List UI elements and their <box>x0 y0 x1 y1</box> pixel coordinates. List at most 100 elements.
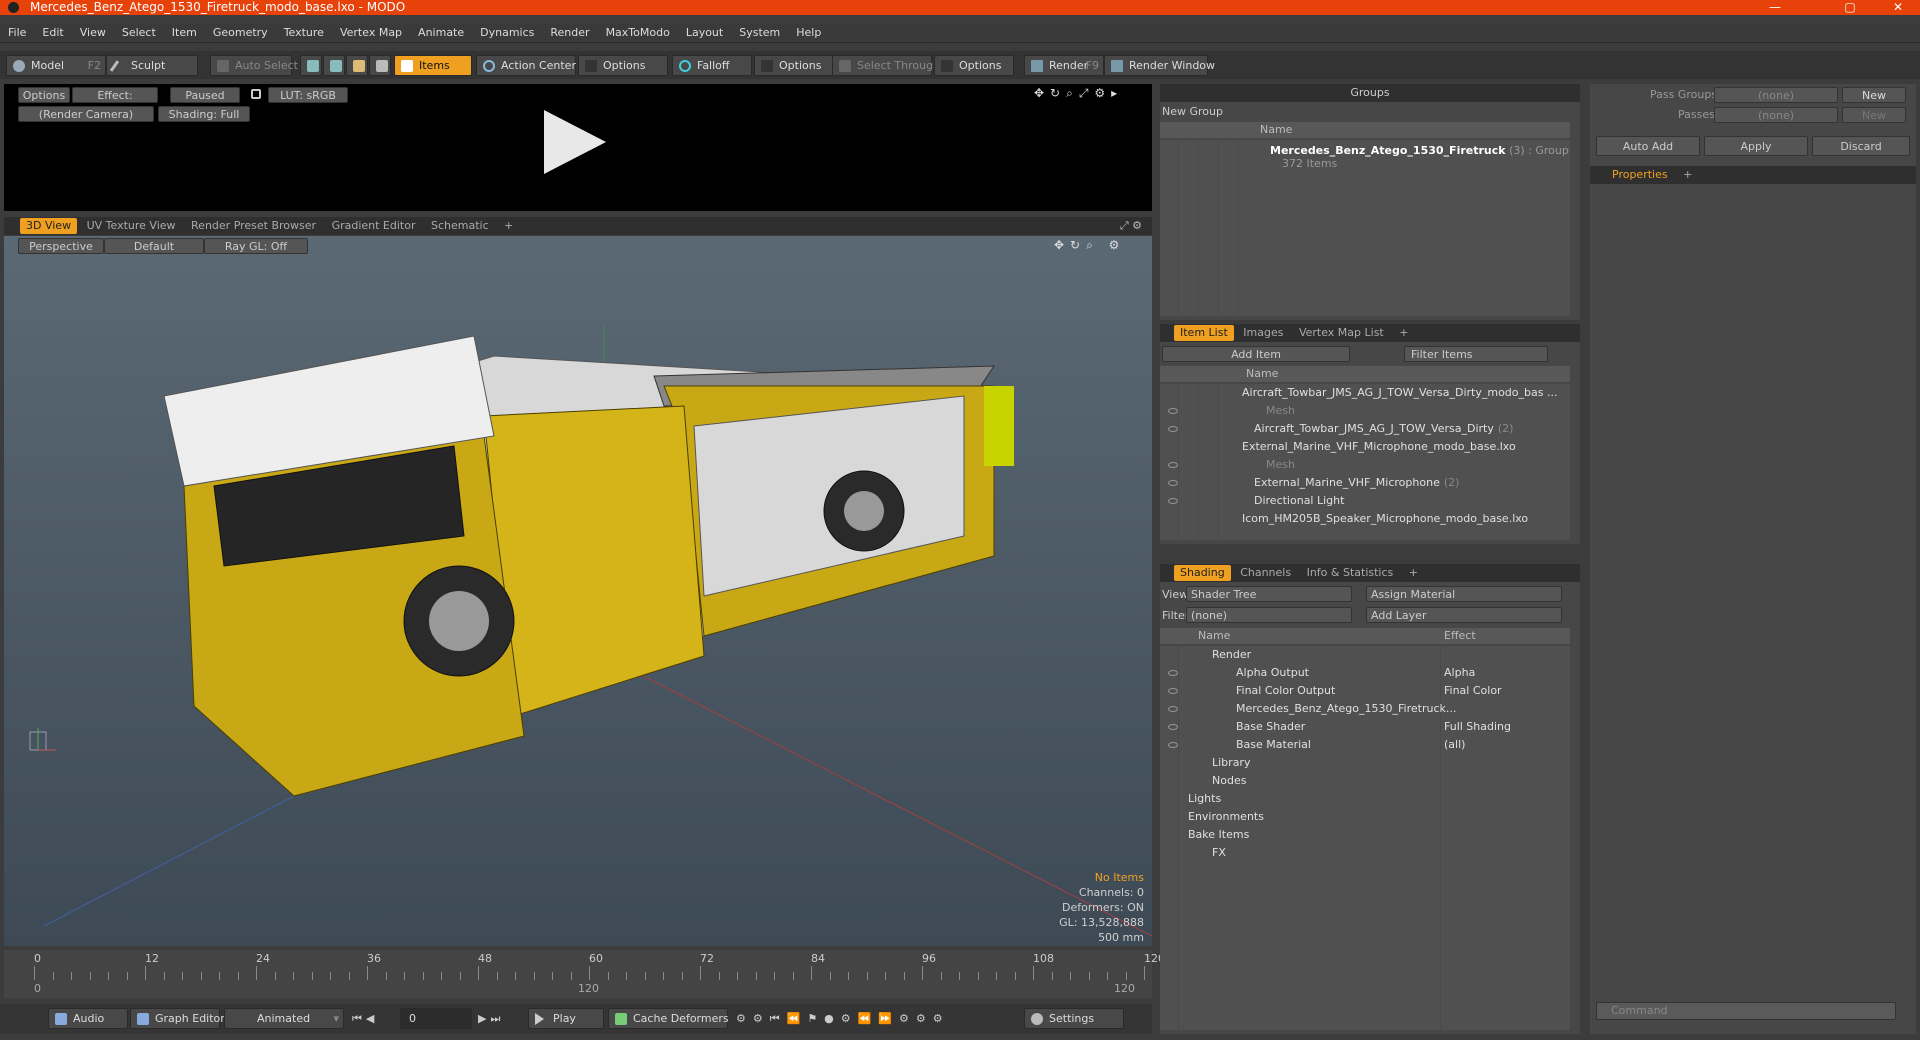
graph-editor-button[interactable]: Graph Editor <box>130 1008 225 1029</box>
tab-shading[interactable]: Shading <box>1174 565 1231 581</box>
menu-help[interactable]: Help <box>788 23 829 43</box>
item-list-row[interactable]: Mesh <box>1160 402 1570 420</box>
falloff-button[interactable]: Falloff <box>672 55 752 76</box>
tab-schematic[interactable]: Schematic <box>425 218 495 234</box>
auto-add-button[interactable]: Auto Add <box>1596 136 1700 156</box>
shader-tree-row[interactable]: Library <box>1160 754 1570 772</box>
menu-geometry[interactable]: Geometry <box>205 23 276 43</box>
paused-button[interactable]: Paused <box>170 87 240 103</box>
lut-dropdown[interactable]: LUT: sRGB <box>268 87 348 103</box>
new-pass-group-button[interactable]: New <box>1842 87 1906 103</box>
tab-uv-texture-view[interactable]: UV Texture View <box>81 218 182 234</box>
shader-tree-row[interactable]: Lights <box>1160 790 1570 808</box>
shader-tree-row[interactable]: Render <box>1160 646 1570 664</box>
cache-deformers-button[interactable]: Cache Deformers <box>608 1008 729 1029</box>
tab-3d-view[interactable]: 3D View <box>20 218 78 234</box>
filter-items-input[interactable]: Filter Items <box>1404 346 1548 362</box>
shader-effect-value[interactable]: Alpha <box>1444 664 1475 682</box>
maximize-button[interactable]: ▢ <box>1830 0 1870 15</box>
visibility-eye-icon[interactable] <box>1168 480 1178 486</box>
apply-button[interactable]: Apply <box>1704 136 1808 156</box>
menu-layout[interactable]: Layout <box>678 23 731 43</box>
action-center-options-button[interactable]: Options <box>578 55 668 76</box>
item-list-row[interactable]: External_Marine_VHF_Microphone_modo_base… <box>1160 438 1570 456</box>
auto-select-button[interactable]: Auto Select <box>210 55 298 76</box>
menu-item[interactable]: Item <box>164 23 205 43</box>
animated-dropdown[interactable]: Animated ▾ <box>224 1008 344 1029</box>
render-camera-dropdown[interactable]: (Render Camera) <box>18 106 154 122</box>
menu-dynamics[interactable]: Dynamics <box>472 23 542 43</box>
shader-tree-row[interactable]: Final Color Output Final Color <box>1160 682 1570 700</box>
menu-animate[interactable]: Animate <box>410 23 472 43</box>
shader-tree-row[interactable]: Environments <box>1160 808 1570 826</box>
command-input[interactable]: Command <box>1596 1002 1896 1020</box>
audio-button[interactable]: Audio <box>48 1008 128 1029</box>
settings-button[interactable]: Settings <box>1024 1008 1124 1029</box>
tab-info-statistics[interactable]: Info & Statistics <box>1301 565 1400 581</box>
visibility-eye-icon[interactable] <box>1168 426 1178 432</box>
preview-nav-icons[interactable]: ✥↻⌕⤢⚙▸ <box>1034 86 1123 101</box>
item-list-row[interactable]: Aircraft_Towbar_JMS_AG_J_TOW_Versa_Dirty… <box>1160 420 1570 438</box>
viewport-expand-icon[interactable]: ⤢ ⚙ <box>1120 217 1142 235</box>
select-through-options-button[interactable]: Options <box>934 55 1014 76</box>
shader-tree-row[interactable]: Base Material (all) <box>1160 736 1570 754</box>
menu-render[interactable]: Render <box>542 23 597 43</box>
item-list-row[interactable]: External_Marine_VHF_Microphone (2) <box>1160 474 1570 492</box>
shader-tree-row[interactable]: Base Shader Full Shading <box>1160 718 1570 736</box>
timeline-ruler[interactable]: 0 12 24 36 48 60 72 84 96 108 120 0 120 120 <box>4 952 1165 996</box>
edges-mode-button[interactable] <box>323 55 345 76</box>
menu-vertex-map[interactable]: Vertex Map <box>332 23 410 43</box>
frame-input[interactable]: 0 <box>400 1008 472 1029</box>
pass-groups-dropdown[interactable]: (none) <box>1714 87 1838 103</box>
falloff-options-button[interactable]: Options <box>754 55 834 76</box>
add-tab-icon[interactable]: + <box>498 218 519 234</box>
visibility-eye-icon[interactable] <box>1168 742 1178 748</box>
menu-system[interactable]: System <box>731 23 788 43</box>
firetruck-model[interactable] <box>4 236 1152 946</box>
lock-icon[interactable] <box>251 89 261 99</box>
tab-images[interactable]: Images <box>1237 325 1289 341</box>
menu-file[interactable]: File <box>0 23 34 43</box>
passes-dropdown[interactable]: (none) <box>1714 107 1838 123</box>
visibility-eye-icon[interactable] <box>1168 462 1178 468</box>
menu-edit[interactable]: Edit <box>34 23 71 43</box>
action-center-button[interactable]: Action Center <box>476 55 576 76</box>
discard-button[interactable]: Discard <box>1812 136 1910 156</box>
item-list-row[interactable]: Icom_HM205B_Speaker_Microphone_modo_base… <box>1160 510 1570 528</box>
polygons-mode-button[interactable] <box>346 55 368 76</box>
shader-tree-row[interactable]: FX <box>1160 844 1570 862</box>
visibility-eye-icon[interactable] <box>1168 670 1178 676</box>
view-dropdown[interactable]: Shader Tree <box>1186 586 1352 602</box>
minimize-button[interactable]: — <box>1755 0 1795 15</box>
tab-properties[interactable]: Properties <box>1606 167 1674 183</box>
visibility-eye-icon[interactable] <box>1168 706 1178 712</box>
shader-effect-value[interactable]: Final Color <box>1444 682 1502 700</box>
item-list-row[interactable]: Mesh <box>1160 456 1570 474</box>
assign-material-button[interactable]: Assign Material <box>1366 586 1562 602</box>
groups-list[interactable]: Mercedes_Benz_Atego_1530_Firetruck (3) :… <box>1160 140 1570 316</box>
menu-texture[interactable]: Texture <box>276 23 332 43</box>
shader-filter-dropdown[interactable]: (none) <box>1186 607 1352 623</box>
shader-effect-value[interactable]: (all) <box>1444 736 1465 754</box>
tab-channels[interactable]: Channels <box>1234 565 1297 581</box>
add-tab-icon[interactable]: + <box>1403 565 1424 581</box>
visibility-eye-icon[interactable] <box>1168 498 1178 504</box>
new-pass-button[interactable]: New <box>1842 107 1906 123</box>
select-through-button[interactable]: Select Through <box>832 55 940 76</box>
preview-options-button[interactable]: Options <box>18 87 70 103</box>
timeline[interactable]: 0 12 24 36 48 60 72 84 96 108 120 0 120 120 <box>4 950 1165 998</box>
model-mode-button[interactable]: Model F2 <box>6 55 106 76</box>
tab-gradient-editor[interactable]: Gradient Editor <box>326 218 422 234</box>
group-row[interactable]: Mercedes_Benz_Atego_1530_Firetruck (3) :… <box>1270 144 1569 170</box>
shader-tree-row[interactable]: Bake Items <box>1160 826 1570 844</box>
materials-mode-button[interactable] <box>369 55 391 76</box>
render-window-button[interactable]: Render Window <box>1104 55 1215 76</box>
add-tab-icon[interactable]: + <box>1393 325 1414 341</box>
menu-view[interactable]: View <box>72 23 114 43</box>
render-button[interactable]: Render F9 <box>1024 55 1104 76</box>
shader-tree-row[interactable]: Mercedes_Benz_Atego_1530_Firetruck... <box>1160 700 1570 718</box>
visibility-eye-icon[interactable] <box>1168 724 1178 730</box>
item-list-row[interactable]: Directional Light <box>1160 492 1570 510</box>
shader-tree-row[interactable]: Alpha Output Alpha <box>1160 664 1570 682</box>
shading-dropdown[interactable]: Shading: Full <box>158 106 250 122</box>
